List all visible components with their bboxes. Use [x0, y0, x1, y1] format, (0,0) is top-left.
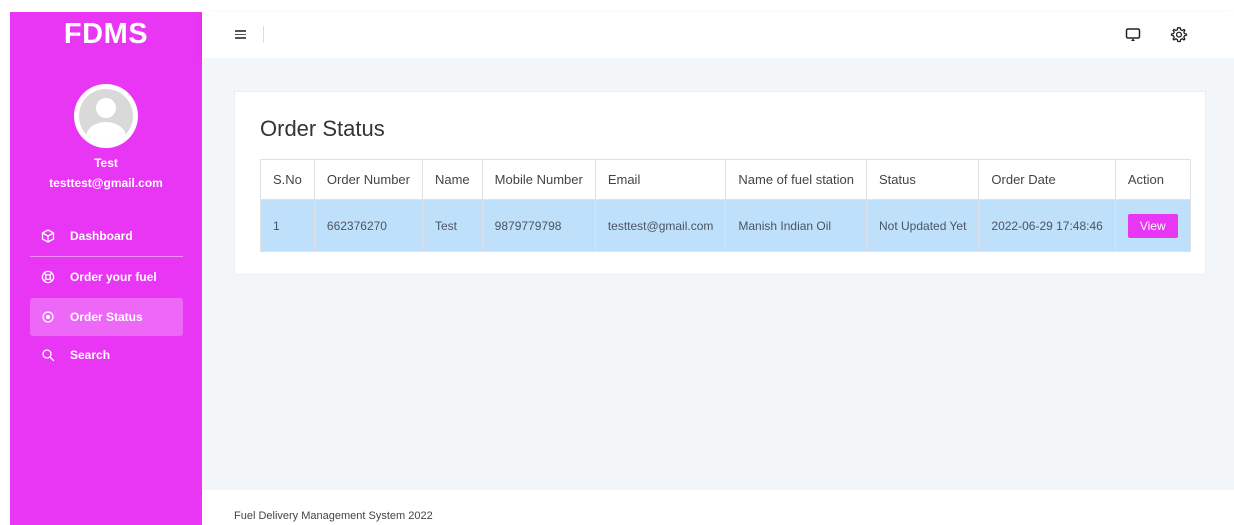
column-header: Name of fuel station [725, 159, 867, 200]
lifebuoy-icon [41, 270, 55, 284]
sidebar: FDMS Test testtest@gmail.com Dashboard O… [10, 12, 202, 525]
monitor-icon[interactable] [1124, 26, 1142, 44]
box-icon [41, 229, 55, 243]
cell-action: View [1114, 199, 1191, 252]
column-header: Name [421, 159, 483, 200]
sidebar-item-dashboard[interactable]: Dashboard [30, 217, 183, 255]
column-header: Email [594, 159, 727, 200]
cell-status: Not Updated Yet [865, 199, 980, 252]
page-title: Order Status [260, 116, 385, 141]
target-icon [41, 310, 55, 324]
avatar [74, 84, 138, 148]
main-content: Order Status S.No Order Number Name Mobi… [202, 58, 1234, 490]
sidebar-item-label: Order Status [70, 310, 143, 324]
cell-mobile: 9879779798 [481, 199, 596, 252]
user-email: testtest@gmail.com [49, 176, 163, 190]
column-header: Action [1114, 159, 1191, 200]
user-name: Test [94, 156, 118, 170]
column-header: Status [865, 159, 980, 200]
orders-table: S.No Order Number Name Mobile Number Ema… [260, 159, 1191, 252]
view-button[interactable]: View [1127, 213, 1178, 238]
cell-date: 2022-06-29 17:48:46 [978, 199, 1116, 252]
header-divider [263, 26, 264, 43]
app-root: FDMS Test testtest@gmail.com Dashboard O… [0, 0, 1234, 525]
cell-sno: 1 [260, 199, 315, 252]
sidebar-item-order-fuel[interactable]: Order your fuel [30, 258, 183, 296]
table-row: 1 662376270 Test 9879779798 testtest@gma… [260, 199, 1191, 252]
column-header: S.No [260, 159, 315, 200]
sidebar-item-search[interactable]: Search [30, 336, 183, 374]
footer: Fuel Delivery Management System 2022 [202, 490, 1234, 525]
brand-logo[interactable]: FDMS [10, 18, 202, 51]
order-status-card: Order Status S.No Order Number Name Mobi… [234, 91, 1206, 275]
cell-name: Test [421, 199, 483, 252]
nav-divider [30, 256, 183, 257]
cell-station: Manish Indian Oil [725, 199, 867, 252]
sidebar-item-label: Order your fuel [70, 270, 157, 284]
column-header: Order Date [978, 159, 1116, 200]
sidebar-item-label: Dashboard [70, 229, 133, 243]
sidebar-item-order-status[interactable]: Order Status [30, 298, 183, 336]
hamburger-icon[interactable] [235, 30, 246, 39]
sidebar-item-label: Search [70, 348, 111, 362]
search-icon [41, 348, 55, 362]
top-header [202, 12, 1234, 58]
table-header-row: S.No Order Number Name Mobile Number Ema… [260, 159, 1191, 200]
column-header: Mobile Number [481, 159, 596, 200]
cell-email: testtest@gmail.com [594, 199, 727, 252]
cell-order-number: 662376270 [313, 199, 423, 252]
column-header: Order Number [313, 159, 423, 200]
gear-icon[interactable] [1170, 26, 1188, 44]
footer-text: Fuel Delivery Management System 2022 [234, 510, 433, 522]
